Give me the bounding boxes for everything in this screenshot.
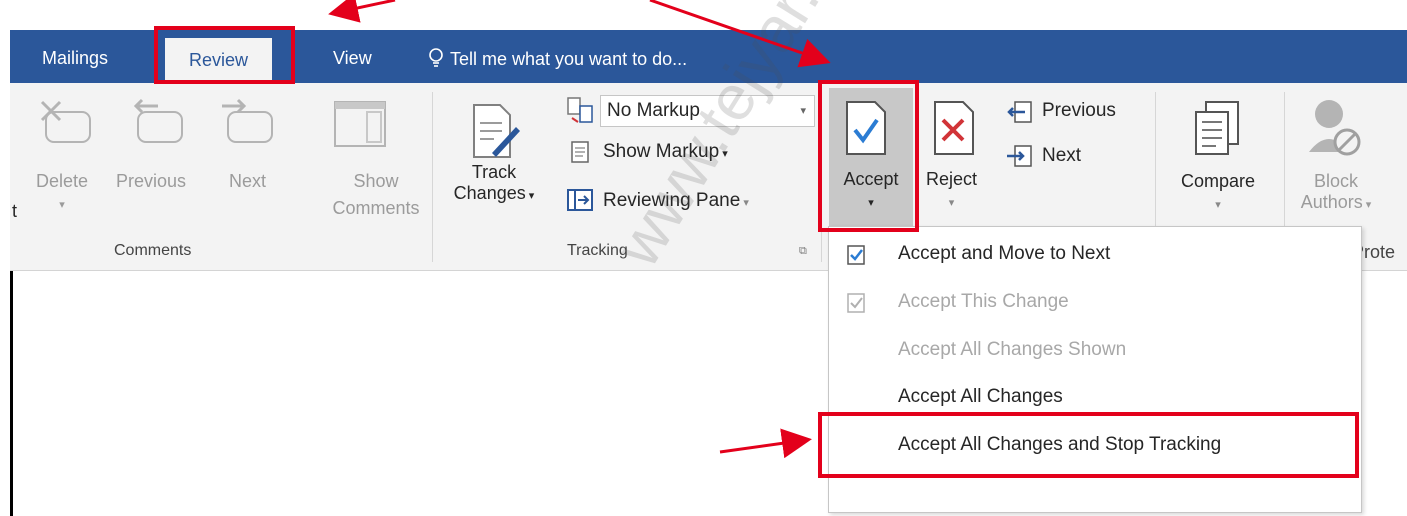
annotation-arrows — [328, 0, 831, 459]
